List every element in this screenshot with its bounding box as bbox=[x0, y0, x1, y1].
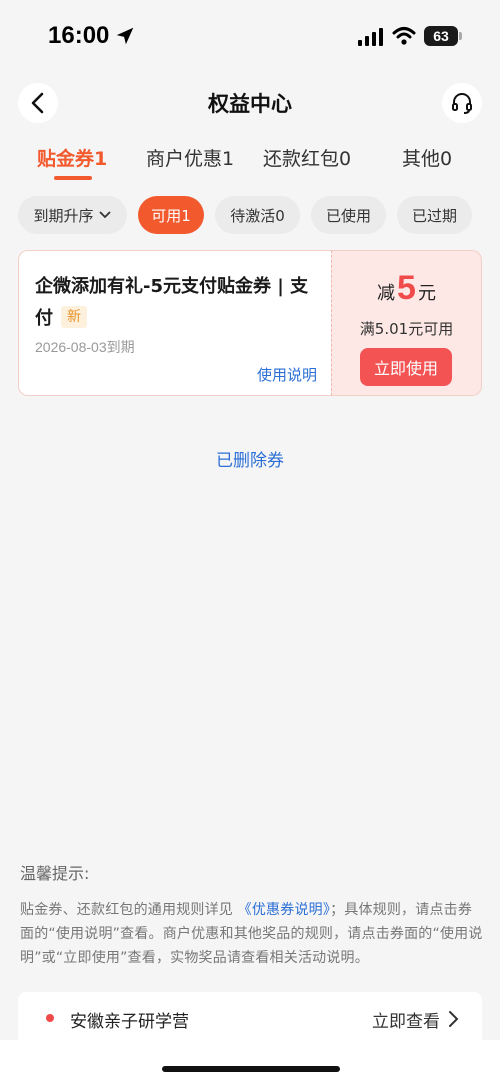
banner-title: 安徽亲子研学营 bbox=[70, 1012, 189, 1032]
filter-available[interactable]: 可用1 bbox=[138, 196, 204, 234]
usage-threshold: 满5.01元可用 bbox=[359, 320, 454, 338]
tips-heading: 温馨提示: bbox=[20, 864, 90, 883]
filter-pending-activation[interactable]: 待激活0 bbox=[215, 196, 300, 234]
filter-used[interactable]: 已使用 bbox=[311, 196, 386, 234]
chevron-right-icon bbox=[449, 1011, 459, 1027]
battery-icon: 63 bbox=[424, 26, 458, 46]
battery-level: 63 bbox=[433, 28, 449, 44]
signal-icon bbox=[358, 28, 383, 46]
tips-text-1: 贴金券、还款红包的通用规则详见 bbox=[20, 902, 233, 918]
home-indicator[interactable] bbox=[162, 1066, 340, 1072]
coupon-expiry: 2026-08-03到期 bbox=[35, 339, 135, 355]
sort-label: 到期升序 bbox=[33, 206, 94, 225]
filter-bar: 到期升序 可用1 待激活0 已使用 已过期 bbox=[0, 196, 500, 236]
discount-unit: 元 bbox=[417, 283, 436, 304]
discount-amount: 减5 元 bbox=[332, 269, 481, 308]
battery-tip bbox=[459, 32, 462, 40]
sort-dropdown[interactable]: 到期升序 bbox=[18, 196, 127, 234]
page-title: 权益中心 bbox=[208, 92, 292, 116]
home-bar-area bbox=[0, 1040, 500, 1084]
location-arrow-icon bbox=[116, 27, 134, 45]
usage-instructions-link[interactable]: 使用说明 bbox=[257, 364, 317, 385]
wifi-icon bbox=[392, 27, 416, 45]
discount-prefix: 减 bbox=[377, 283, 396, 304]
view-now-link[interactable]: 立即查看 bbox=[372, 1007, 440, 1032]
tab-gold-coupons[interactable]: 贴金券1 bbox=[37, 144, 107, 171]
header: 权益中心 bbox=[0, 80, 500, 126]
active-tab-indicator bbox=[54, 176, 92, 180]
coupon-card[interactable]: 企微添加有礼-5元支付贴金券 | 支付新 2026-08-03到期 使用说明 减… bbox=[18, 250, 482, 396]
status-time: 16:00 bbox=[48, 22, 110, 49]
tab-repayment-red-packets[interactable]: 还款红包0 bbox=[263, 144, 351, 171]
status-bar: 16:00 63 bbox=[0, 0, 500, 72]
coupon-value: 减5 元 满5.01元可用 立即使用 bbox=[331, 250, 482, 396]
new-badge: 新 bbox=[61, 306, 87, 328]
tab-merchant-offers[interactable]: 商户优惠1 bbox=[146, 144, 234, 171]
filter-expired[interactable]: 已过期 bbox=[397, 196, 472, 234]
coupon-info: 企微添加有礼-5元支付贴金券 | 支付新 2026-08-03到期 使用说明 bbox=[18, 250, 331, 396]
deleted-coupons-link[interactable]: 已删除券 bbox=[0, 446, 500, 471]
chevron-down-icon bbox=[98, 211, 111, 219]
use-now-button[interactable]: 立即使用 bbox=[360, 348, 452, 386]
discount-value: 5 bbox=[397, 269, 416, 307]
coupon-rules-link[interactable]: 《优惠券说明》 bbox=[238, 902, 330, 918]
headset-icon bbox=[452, 93, 472, 114]
red-dot-icon bbox=[46, 1014, 54, 1022]
customer-service-button[interactable] bbox=[442, 83, 482, 123]
tab-other[interactable]: 其他0 bbox=[402, 144, 452, 171]
coupon-tabs: 贴金券1 商户优惠1 还款红包0 其他0 bbox=[0, 140, 500, 184]
promo-banner[interactable]: 安徽亲子研学营 立即查看 bbox=[18, 992, 482, 1046]
tips-body: 贴金券、还款红包的通用规则详见 《优惠券说明》；具体规则，请点击券面的“使用说明… bbox=[20, 898, 486, 970]
coupon-title: 企微添加有礼-5元支付贴金券 | 支付新 bbox=[35, 271, 325, 335]
